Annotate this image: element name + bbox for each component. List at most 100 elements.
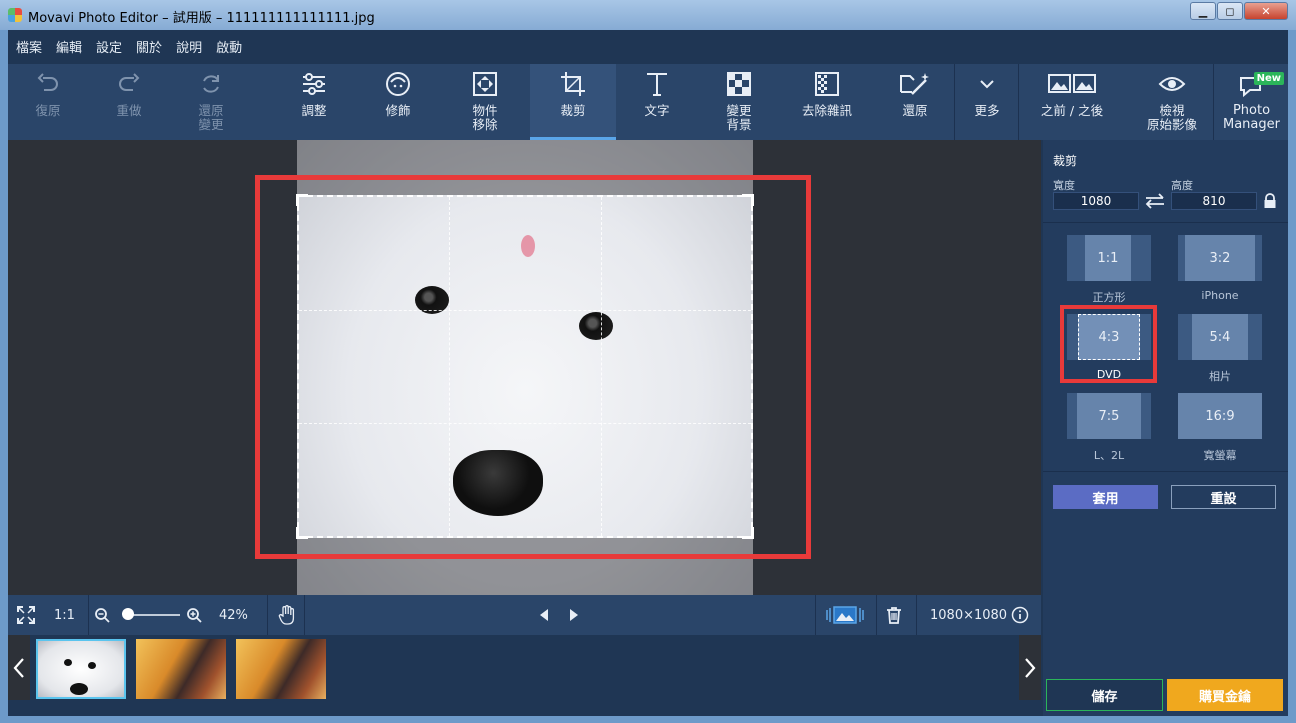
ratio-7-5-text: 7:5: [1077, 393, 1141, 439]
redo-button[interactable]: 重做: [88, 64, 170, 140]
filmstrip-thumb-1[interactable]: [36, 639, 126, 699]
ratio-16-9-text: 16:9: [1178, 393, 1262, 439]
ratio-7-5-label: L、2L: [1093, 449, 1125, 462]
aspect-lock-button[interactable]: [1263, 193, 1277, 213]
annotation-highlight: [255, 175, 811, 559]
zoom-slider-track[interactable]: [126, 614, 180, 616]
ratio-1-1-button[interactable]: 1:1: [1067, 235, 1151, 281]
image-canvas[interactable]: [8, 140, 1041, 595]
object-label-2: 移除: [472, 117, 498, 132]
filmstrip-prev-button[interactable]: [8, 635, 30, 700]
view-label-1: 檢視: [1159, 103, 1185, 118]
face-icon: [384, 64, 412, 104]
before-after-button[interactable]: 之前 / 之後: [1020, 64, 1124, 140]
window-titlebar: Movavi Photo Editor – 試用版 – 111111111111…: [0, 0, 1296, 30]
undo-button[interactable]: 復原: [8, 64, 88, 140]
ratio-7-5-button[interactable]: 7:5: [1067, 393, 1151, 439]
triangle-right-icon: [570, 609, 578, 621]
pan-tool-button[interactable]: [278, 595, 296, 635]
view-original-button[interactable]: 檢視 原始影像: [1124, 64, 1220, 140]
zoom-out-button[interactable]: [94, 595, 110, 635]
menu-file[interactable]: 檔案: [16, 37, 42, 56]
ratio-1-1-label: 正方形: [1092, 291, 1126, 304]
menu-edit[interactable]: 編輯: [56, 37, 82, 56]
height-input[interactable]: 810: [1171, 192, 1257, 210]
menu-activate[interactable]: 啟動: [216, 37, 242, 56]
swap-dimensions-button[interactable]: [1144, 191, 1166, 215]
triangle-left-icon: [540, 609, 548, 621]
image-dimensions: 1080×1080: [930, 607, 1008, 623]
reset-button[interactable]: 重設: [1171, 485, 1276, 509]
chevron-down-icon: [978, 64, 996, 104]
object-removal-button[interactable]: 物件 移除: [440, 64, 530, 140]
next-image-button[interactable]: [567, 595, 581, 635]
object-label-1: 物件: [472, 103, 498, 118]
text-icon: [644, 64, 670, 104]
magic-wand-icon: [898, 64, 932, 104]
restore-label-1: 還原: [198, 103, 224, 118]
close-button[interactable]: ✕: [1244, 2, 1288, 20]
width-label: 寬度: [1053, 179, 1075, 192]
background-icon: [725, 64, 753, 104]
noise-icon: [813, 64, 841, 104]
menu-about[interactable]: 關於: [136, 37, 162, 56]
filmstrip-thumb-2[interactable]: [136, 639, 226, 699]
ratio-5-4-button[interactable]: 5:4: [1178, 314, 1262, 360]
filmstrip-next-button[interactable]: [1019, 635, 1041, 700]
photo-manager-button[interactable]: New Photo Manager: [1215, 64, 1288, 140]
filmstrip-toggle-button[interactable]: [825, 595, 865, 635]
ratio-3-2-text: 3:2: [1185, 235, 1255, 281]
minimize-button[interactable]: ▁: [1190, 2, 1216, 20]
zoom-level: 42%: [219, 607, 248, 623]
text-label: 文字: [644, 103, 670, 118]
delete-button[interactable]: [886, 595, 902, 635]
background-label-2: 背景: [726, 117, 752, 132]
new-badge: New: [1253, 72, 1284, 85]
photo-manager-label-2: Manager: [1223, 117, 1280, 132]
lock-icon: [1264, 193, 1276, 208]
menu-help[interactable]: 說明: [176, 37, 202, 56]
info-button[interactable]: [1011, 595, 1029, 635]
hand-icon: [278, 605, 295, 625]
more-button[interactable]: 更多: [956, 64, 1018, 140]
adjust-button[interactable]: 調整: [272, 64, 356, 140]
change-background-button[interactable]: 變更 背景: [698, 64, 780, 140]
restore-photo-button[interactable]: 還原: [874, 64, 956, 140]
menu-settings[interactable]: 設定: [96, 37, 122, 56]
crop-label: 裁剪: [560, 103, 586, 118]
before-after-label: 之前 / 之後: [1040, 103, 1104, 118]
undo-label: 復原: [35, 103, 61, 118]
restore-changes-button[interactable]: 還原 變更: [170, 64, 252, 140]
ratio-5-4-label: 相片: [1209, 370, 1231, 383]
info-icon: [1011, 606, 1029, 624]
crop-button[interactable]: 裁剪: [530, 64, 616, 140]
more-label: 更多: [974, 103, 1000, 118]
text-button[interactable]: 文字: [616, 64, 698, 140]
denoise-button[interactable]: 去除雜訊: [780, 64, 874, 140]
zoom-slider-thumb[interactable]: [122, 608, 135, 620]
ratio-16-9-button[interactable]: 16:9: [1178, 393, 1262, 439]
maximize-button[interactable]: ◻: [1217, 2, 1243, 20]
gallery-icon: [826, 606, 864, 624]
apply-button[interactable]: 套用: [1053, 485, 1158, 509]
save-button[interactable]: 儲存: [1046, 679, 1163, 711]
retouch-button[interactable]: 修飾: [356, 64, 440, 140]
sliders-icon: [300, 64, 328, 104]
ratio-1-1-text: 1:1: [1085, 235, 1131, 281]
zoom-1-1-button[interactable]: 1:1: [54, 595, 75, 635]
redo-label: 重做: [116, 103, 142, 118]
previous-image-button[interactable]: [537, 595, 551, 635]
filmstrip-thumb-3[interactable]: [236, 639, 326, 699]
chevron-left-icon: [13, 657, 24, 678]
zoom-in-button[interactable]: [186, 595, 202, 635]
width-input[interactable]: 1080: [1053, 192, 1139, 210]
ratio-3-2-button[interactable]: 3:2: [1178, 235, 1262, 281]
app-window: 檔案 編輯 設定 關於 說明 啟動 復原 重做 還原 變更 調整 修飾 物件 移…: [8, 30, 1288, 716]
fit-screen-button[interactable]: [16, 595, 36, 635]
object-removal-icon: [471, 64, 499, 104]
undo-icon: [35, 64, 61, 104]
panel-title: 裁剪: [1053, 154, 1078, 168]
buy-key-button[interactable]: 購買金鑰: [1167, 679, 1283, 711]
restore-label-2: 變更: [198, 117, 224, 132]
ratio-16-9-label: 寬螢幕: [1203, 449, 1237, 462]
